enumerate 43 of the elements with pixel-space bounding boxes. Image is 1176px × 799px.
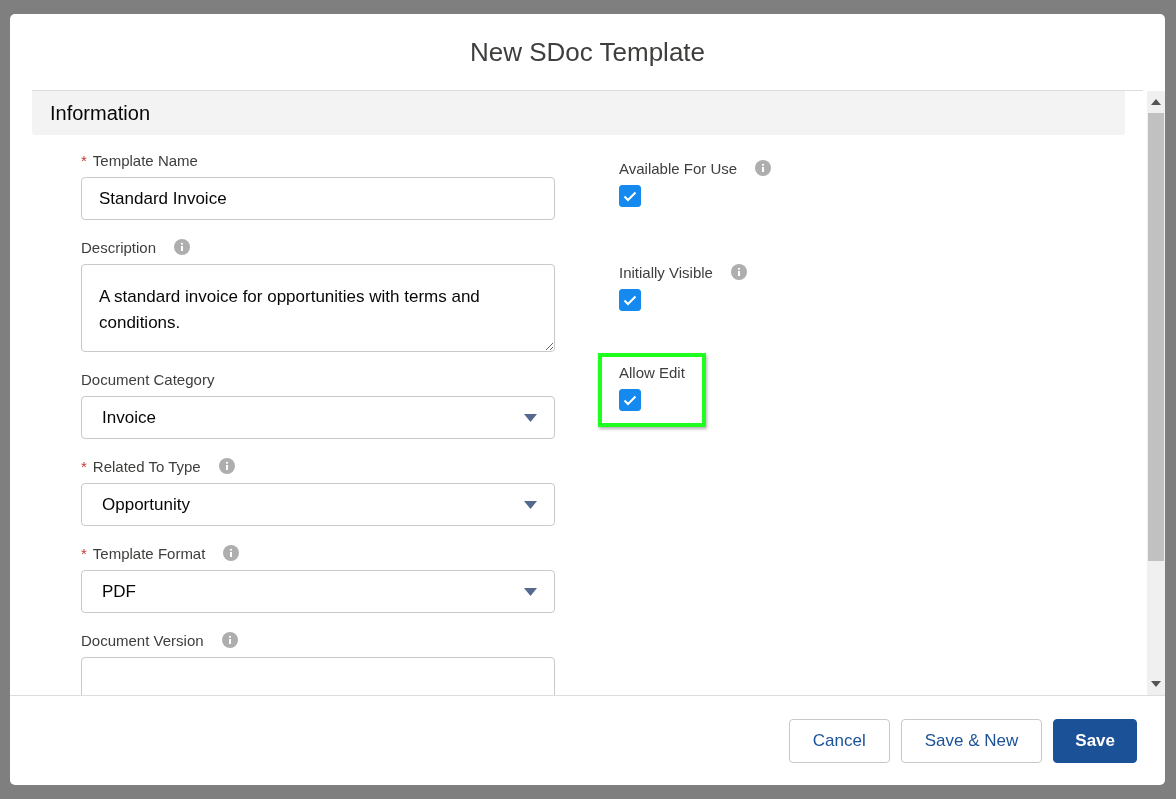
required-mark: * — [81, 544, 87, 562]
scroll-up-icon[interactable] — [1151, 99, 1161, 105]
checkbox[interactable] — [619, 389, 641, 411]
dropdown-value: PDF — [102, 581, 136, 602]
required-mark: * — [81, 457, 87, 475]
field-label: Description — [81, 238, 157, 256]
caret-icon — [524, 413, 537, 422]
field-label: Template Format — [92, 544, 206, 562]
scroll-down-icon[interactable] — [1151, 681, 1161, 687]
check-icon — [623, 294, 637, 306]
dropdown-field[interactable]: Invoice — [81, 396, 555, 439]
info-icon — [755, 160, 772, 176]
check-icon — [623, 394, 637, 406]
info-icon — [174, 239, 191, 255]
field-label: Allow Edit — [619, 363, 685, 381]
footer-button[interactable]: Save & New — [900, 718, 1043, 763]
check-icon — [623, 190, 637, 202]
text-field[interactable] — [81, 657, 555, 695]
dropdown-field[interactable]: PDF — [81, 570, 555, 613]
info-icon — [218, 458, 235, 474]
field-label: Initially Visible — [619, 263, 713, 281]
field-label: Template Name — [92, 151, 198, 169]
checkbox[interactable] — [619, 289, 641, 311]
info-icon — [730, 264, 747, 280]
checkbox[interactable] — [619, 185, 641, 207]
dropdown-field[interactable]: Opportunity — [81, 483, 555, 526]
section-header: Information — [32, 91, 1125, 135]
required-mark: * — [81, 151, 87, 169]
caret-icon — [524, 500, 537, 509]
dropdown-value: Opportunity — [102, 494, 190, 515]
text-field[interactable]: Standard Invoice — [81, 177, 555, 220]
field-label: Document Version — [81, 631, 204, 649]
info-icon — [223, 545, 240, 561]
description-field[interactable]: A standard invoice for opportunities with terms and conditions. — [81, 264, 555, 352]
footer-button[interactable]: Cancel — [788, 718, 890, 763]
scrollbar[interactable] — [1147, 91, 1165, 695]
caret-icon — [524, 587, 537, 596]
save-button[interactable]: Save — [1053, 718, 1137, 763]
dropdown-value: Invoice — [102, 407, 156, 428]
info-icon — [221, 632, 238, 648]
field-label: Available For Use — [619, 159, 738, 177]
field-label: Document Category — [81, 370, 215, 388]
field-label: Related To Type — [92, 457, 201, 475]
